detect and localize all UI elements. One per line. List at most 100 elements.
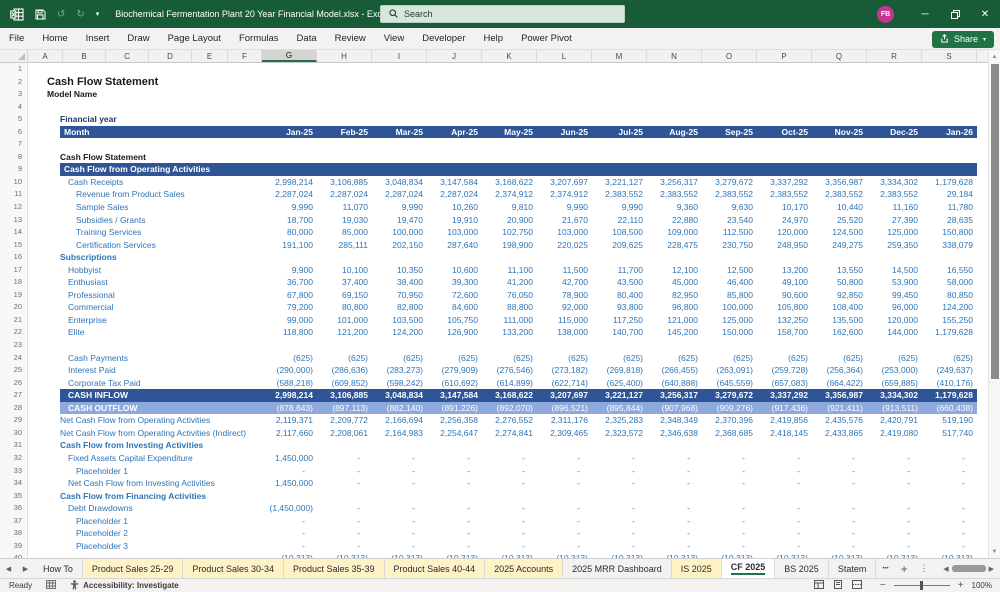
cell[interactable]: -	[262, 465, 317, 478]
cell[interactable]: 49,100	[757, 276, 812, 289]
cell[interactable]: (10,313)	[867, 552, 922, 558]
cell[interactable]: -	[427, 540, 482, 553]
row-number[interactable]: 11	[0, 188, 28, 201]
row-label[interactable]: Revenue from Product Sales	[28, 188, 262, 201]
cell[interactable]: 220,025	[537, 239, 592, 252]
cell[interactable]: 2,117,660	[262, 427, 317, 440]
row-label[interactable]: Commercial	[28, 301, 262, 314]
cell[interactable]: -	[867, 502, 922, 515]
cell[interactable]: -	[647, 502, 702, 515]
cell[interactable]: Apr-25	[427, 126, 482, 139]
cell[interactable]: 76,050	[482, 289, 537, 302]
row-label[interactable]: Subscriptions	[28, 251, 262, 264]
cell[interactable]: 2,166,694	[372, 414, 427, 427]
cell[interactable]: 11,500	[537, 264, 592, 277]
cell[interactable]: 19,030	[317, 214, 372, 227]
cell[interactable]: 67,800	[262, 289, 317, 302]
cell[interactable]: 162,600	[812, 326, 867, 339]
cell[interactable]: 105,800	[757, 301, 812, 314]
cell[interactable]: 1,450,000	[262, 477, 317, 490]
cell[interactable]: 9,990	[537, 201, 592, 214]
cell[interactable]: 191,100	[262, 239, 317, 252]
cell[interactable]: (622,714)	[537, 377, 592, 390]
cell[interactable]: 2,383,552	[757, 188, 812, 201]
cell[interactable]: -	[372, 477, 427, 490]
cell[interactable]: 135,500	[812, 314, 867, 327]
cell[interactable]: 3,256,317	[647, 389, 702, 402]
sheet-nav-left-icon[interactable]: ◀	[0, 559, 17, 578]
cell[interactable]: 1,179,628	[922, 176, 977, 189]
cell[interactable]: (892,070)	[482, 402, 537, 415]
cell[interactable]: 108,400	[812, 301, 867, 314]
row-number[interactable]: 14	[0, 226, 28, 239]
sheet-nav-right-icon[interactable]: ▶	[17, 559, 34, 578]
cell[interactable]: -	[592, 540, 647, 553]
row-label[interactable]: CASH OUTFLOW	[28, 402, 262, 415]
cell[interactable]: (609,852)	[317, 377, 372, 390]
cell[interactable]: -	[757, 465, 812, 478]
row-number[interactable]: 26	[0, 377, 28, 390]
cell[interactable]: 45,000	[647, 276, 702, 289]
cell[interactable]: 287,640	[427, 239, 482, 252]
cell[interactable]: 2,370,396	[702, 414, 757, 427]
cell[interactable]: 2,287,024	[427, 188, 482, 201]
cell[interactable]: 3,356,987	[812, 176, 867, 189]
cell[interactable]: 132,250	[757, 314, 812, 327]
cell[interactable]: (286,636)	[317, 364, 372, 377]
column-header-R[interactable]: R	[867, 50, 922, 62]
cell[interactable]: 19,470	[372, 214, 427, 227]
cell[interactable]: -	[372, 465, 427, 478]
cell[interactable]: 79,200	[262, 301, 317, 314]
cell[interactable]: 19,910	[427, 214, 482, 227]
cell[interactable]: 11,780	[922, 201, 977, 214]
cell[interactable]: 39,300	[427, 276, 482, 289]
cell[interactable]: Nov-25	[812, 126, 867, 139]
row-label[interactable]: Enterprise	[28, 314, 262, 327]
cell[interactable]: -	[812, 502, 867, 515]
column-header-S[interactable]: S	[922, 50, 977, 62]
cell[interactable]: 20,900	[482, 214, 537, 227]
cell[interactable]: 2,208,061	[317, 427, 372, 440]
cell[interactable]: 103,500	[372, 314, 427, 327]
ribbon-tab-developer[interactable]: Developer	[413, 28, 474, 49]
cell[interactable]: -	[537, 502, 592, 515]
sheet-tab-2025-mrr-dashboard[interactable]: 2025 MRR Dashboard	[563, 559, 672, 578]
row-label[interactable]: Cash Payments	[28, 352, 262, 365]
cell[interactable]: -	[922, 515, 977, 528]
cell[interactable]: Jan-25	[262, 126, 317, 139]
ribbon-tab-review[interactable]: Review	[326, 28, 375, 49]
cell[interactable]: 519,190	[922, 414, 977, 427]
cell[interactable]: 124,500	[812, 226, 867, 239]
cell[interactable]: (625,400)	[592, 377, 647, 390]
cell[interactable]: 9,990	[592, 201, 647, 214]
cell[interactable]: -	[922, 465, 977, 478]
cell[interactable]: (625)	[812, 352, 867, 365]
cell[interactable]: 100,000	[702, 301, 757, 314]
cell[interactable]: -	[482, 477, 537, 490]
cell[interactable]: -	[592, 477, 647, 490]
cell[interactable]: (625)	[867, 352, 922, 365]
sheet-tab-2025-accounts[interactable]: 2025 Accounts	[485, 559, 563, 578]
row-number[interactable]: 6	[0, 126, 28, 139]
cell[interactable]: (10,313)	[702, 552, 757, 558]
cell[interactable]: 18,700	[262, 214, 317, 227]
cell[interactable]: 140,700	[592, 326, 647, 339]
row-label[interactable]: Placeholder 2	[28, 527, 262, 540]
cell[interactable]: 2,368,685	[702, 427, 757, 440]
row-number[interactable]: 20	[0, 301, 28, 314]
close-button[interactable]: ✕	[970, 0, 1000, 28]
cell[interactable]: Aug-25	[647, 126, 702, 139]
cell[interactable]: 12,500	[702, 264, 757, 277]
row-number[interactable]: 15	[0, 239, 28, 252]
row-number[interactable]: 12	[0, 201, 28, 214]
ribbon-tab-formulas[interactable]: Formulas	[230, 28, 288, 49]
cell[interactable]: 2,276,552	[482, 414, 537, 427]
cell[interactable]: (10,313)	[317, 552, 372, 558]
cell[interactable]: 150,800	[922, 226, 977, 239]
share-button[interactable]: Share ▾	[932, 31, 994, 48]
row-number[interactable]: 13	[0, 214, 28, 227]
cell[interactable]: -	[592, 452, 647, 465]
column-header-Q[interactable]: Q	[812, 50, 867, 62]
cell[interactable]: Dec-25	[867, 126, 922, 139]
cell[interactable]: -	[427, 527, 482, 540]
